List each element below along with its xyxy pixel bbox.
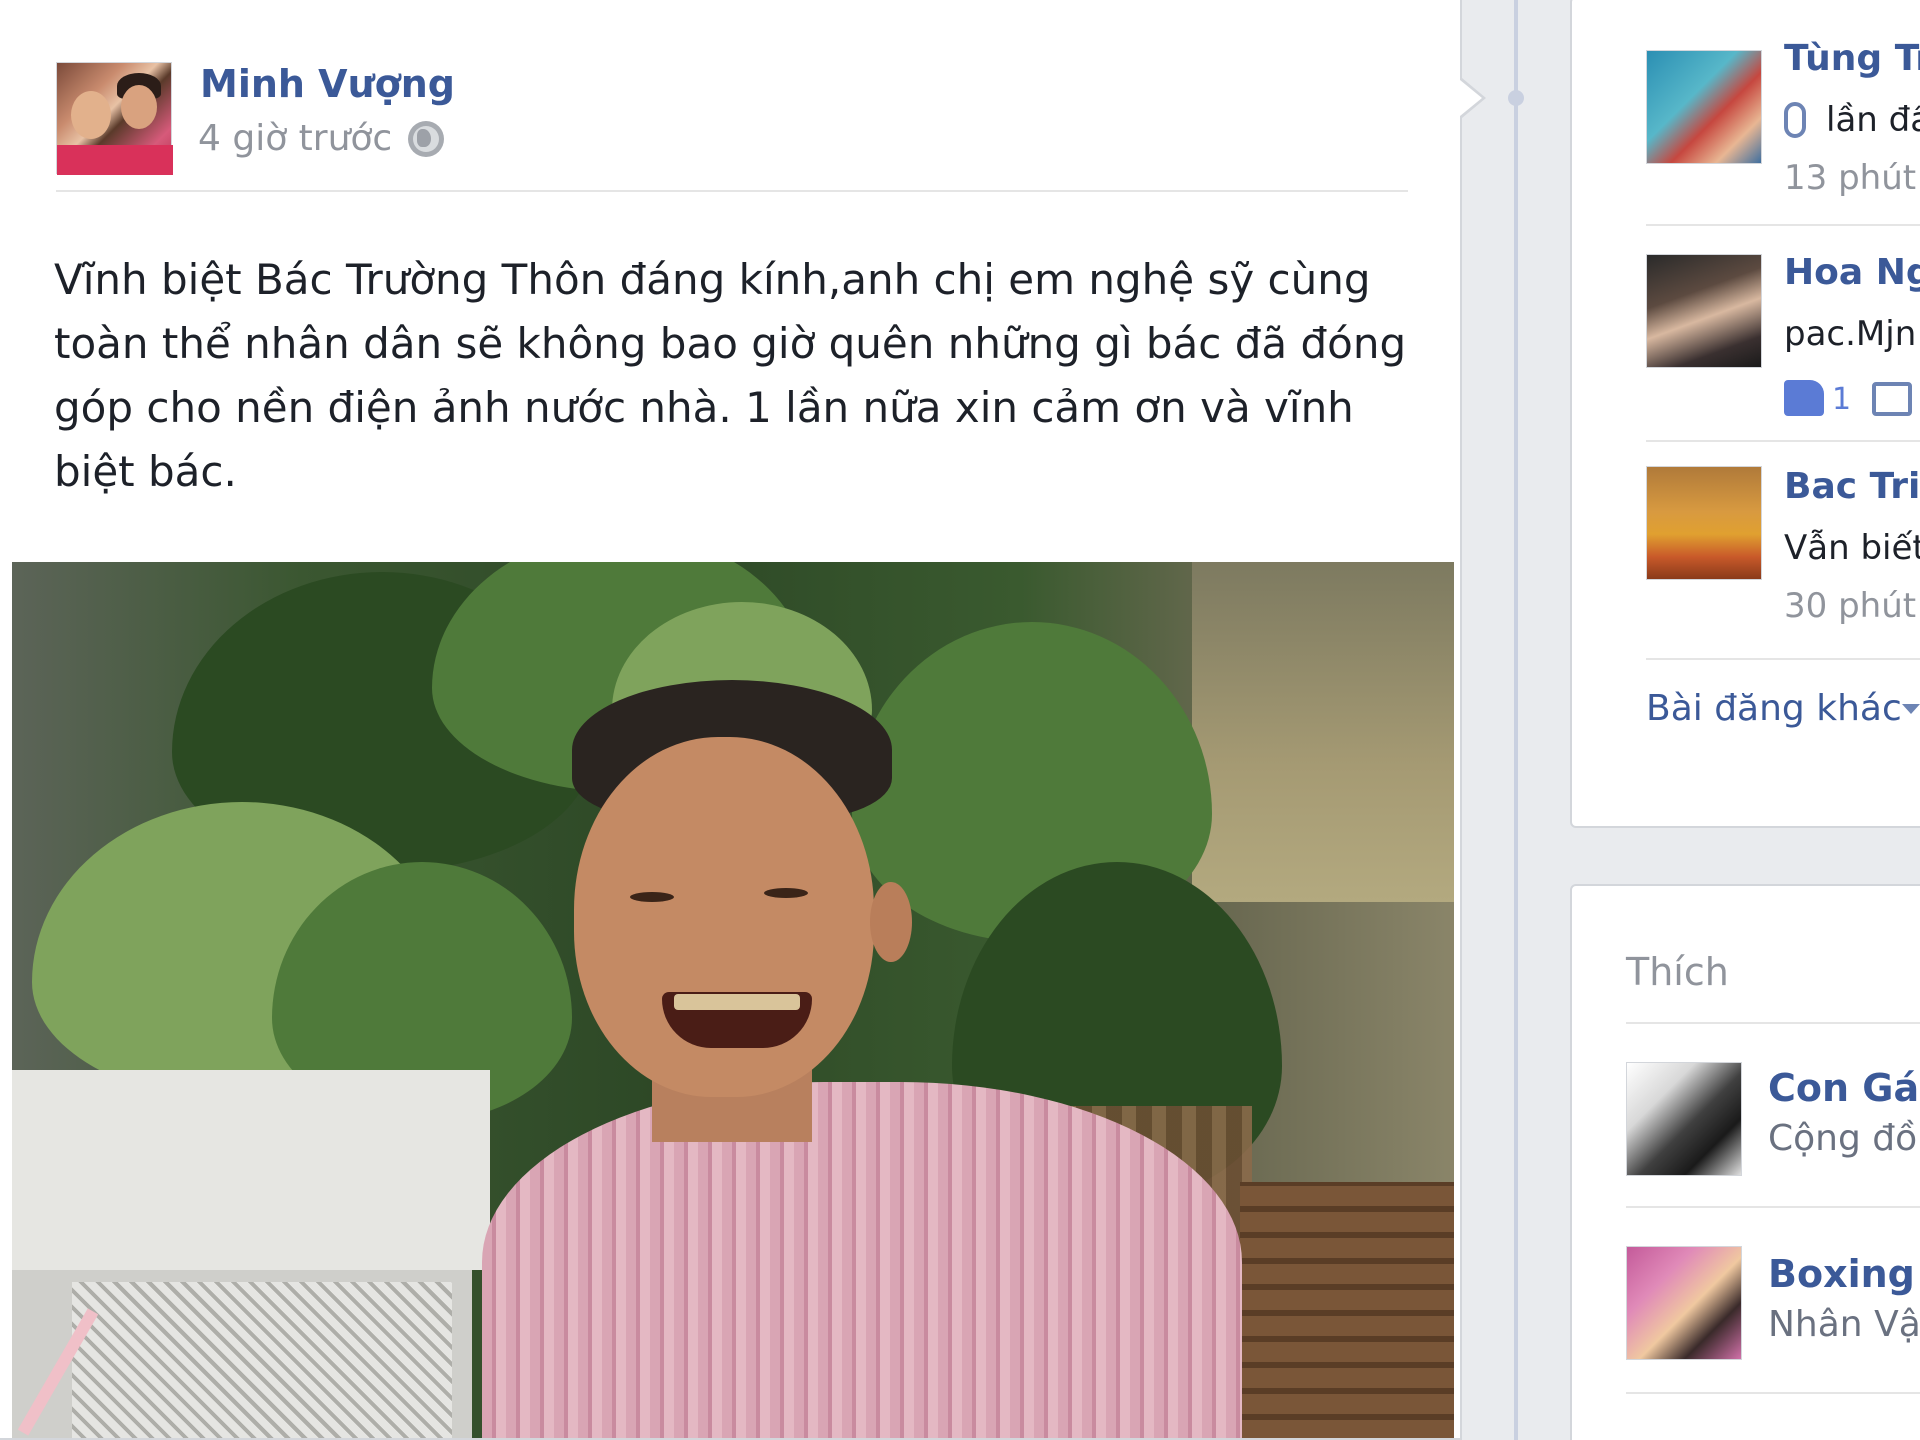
recent-post-divider — [1646, 224, 1920, 226]
photo-planter — [12, 1070, 490, 1270]
photo-person-teeth — [674, 994, 800, 1010]
liked-page-name[interactable]: Con Gái — [1768, 1066, 1920, 1110]
recent-post-divider — [1646, 658, 1920, 660]
more-posts-link[interactable]: Bài đăng khác — [1646, 688, 1902, 729]
likes-card: Thích Con Gái Cộng đồn Boxing Nhân Vật — [1570, 884, 1920, 1440]
photo-chair — [1240, 1182, 1454, 1438]
likes-divider — [1626, 1022, 1920, 1024]
photo-building — [1192, 562, 1454, 902]
chevron-down-icon[interactable] — [1902, 704, 1920, 714]
photo-person-ear — [870, 882, 912, 962]
timeline-line — [1514, 0, 1518, 1440]
like-count: 1 — [1832, 382, 1852, 417]
recent-post-thumbnail[interactable] — [1646, 50, 1762, 164]
recent-posts-card: Tùng Tr lần đầ 13 phút Hoa Ngu pac.Mjn 1… — [1570, 0, 1920, 828]
post-card: Minh Vượng 4 giờ trước Vĩnh biệt Bác Trư… — [0, 0, 1462, 1440]
liked-page-thumbnail[interactable] — [1626, 1246, 1742, 1360]
recent-post-text: pac.Mjn — [1784, 314, 1917, 354]
globe-icon[interactable] — [408, 121, 444, 157]
recent-post-time[interactable]: 30 phút — [1784, 586, 1916, 626]
avatar-face — [71, 91, 111, 139]
likes-divider — [1626, 1392, 1920, 1394]
avatar-clothing — [57, 145, 173, 175]
photo-person-eye — [764, 888, 808, 898]
author-name-link[interactable]: Minh Vượng — [200, 62, 455, 106]
recent-post-author[interactable]: Hoa Ngu — [1784, 252, 1920, 293]
recent-post-thumbnail[interactable] — [1646, 466, 1762, 580]
post-header-divider — [56, 190, 1408, 192]
recent-post-divider — [1646, 440, 1920, 442]
post-pointer — [1460, 80, 1482, 116]
recent-post-author[interactable]: Bac Tri — [1784, 466, 1920, 507]
recent-post-time[interactable]: 13 phút — [1784, 158, 1916, 198]
recent-post-text: Vẫn biết — [1784, 528, 1920, 568]
timeline-dot — [1508, 90, 1524, 106]
liked-page-thumbnail[interactable] — [1626, 1062, 1742, 1176]
post-timestamp[interactable]: 4 giờ trước — [198, 118, 392, 159]
like-icon[interactable] — [1784, 380, 1824, 416]
photo-person-shirt — [482, 1082, 1242, 1438]
recent-post-text: lần đầ — [1826, 100, 1920, 140]
comment-icon[interactable] — [1872, 382, 1912, 416]
recent-post-thumbnail[interactable] — [1646, 254, 1762, 368]
paperclip-icon — [1784, 102, 1806, 138]
author-avatar[interactable] — [56, 62, 173, 175]
recent-post-author[interactable]: Tùng Tr — [1784, 38, 1920, 79]
likes-title: Thích — [1626, 950, 1729, 994]
photo-person-eye — [630, 892, 674, 902]
avatar-face — [121, 85, 157, 129]
post-message: Vĩnh biệt Bác Trường Thôn đáng kính,anh … — [54, 255, 1407, 496]
liked-page-name[interactable]: Boxing — [1768, 1252, 1915, 1296]
liked-page-category: Nhân Vật — [1768, 1304, 1920, 1345]
photo-lattice — [72, 1282, 452, 1438]
post-photo[interactable] — [12, 562, 1454, 1438]
liked-page-category: Cộng đồn — [1768, 1118, 1920, 1159]
likes-divider — [1626, 1206, 1920, 1208]
